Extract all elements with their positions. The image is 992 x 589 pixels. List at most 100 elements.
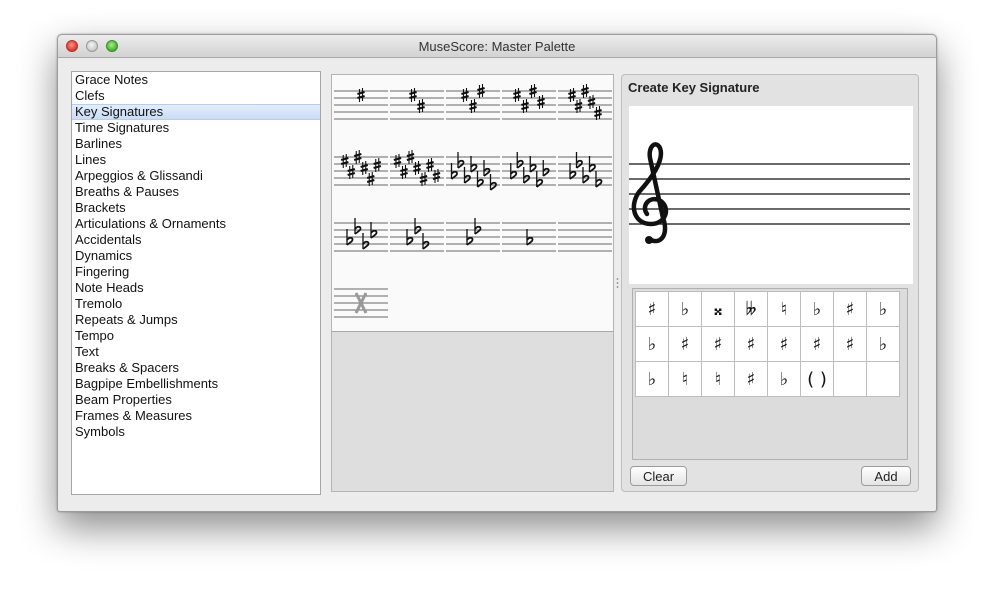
category-item[interactable]: Clefs [72, 88, 320, 104]
accidental-cell[interactable]: ♭ [635, 326, 669, 362]
panel-title: Create Key Signature [628, 80, 760, 95]
accidental-cell[interactable]: ♮ [701, 361, 735, 397]
sharp-icon [521, 99, 529, 113]
key-signature-cell[interactable] [446, 77, 500, 129]
category-item[interactable]: Text [72, 344, 320, 360]
accidental-glyph: ♭ [779, 368, 789, 390]
accidental-cell[interactable]: ♯ [734, 326, 768, 362]
accidental-glyph: ♭ [878, 298, 888, 320]
category-item[interactable]: Tempo [72, 328, 320, 344]
flat-icon [463, 167, 471, 184]
key-signature-cell[interactable] [446, 209, 500, 261]
category-item[interactable]: Dynamics [72, 248, 320, 264]
sharp-icon [366, 172, 375, 186]
accidental-cell[interactable]: ♭ [767, 361, 801, 397]
accidental-cell[interactable]: ♯ [800, 326, 834, 362]
accidental-cell[interactable]: 𝄫 [734, 291, 768, 327]
splitter-handle[interactable] [616, 275, 619, 291]
category-item[interactable]: Repeats & Jumps [72, 312, 320, 328]
accidental-glyph: ♯ [845, 298, 855, 320]
accidental-cell[interactable]: ♭ [866, 291, 900, 327]
accidental-glyph: ♭ [647, 368, 657, 390]
key-signature-cell[interactable] [558, 77, 612, 129]
category-item[interactable]: Breaks & Spacers [72, 360, 320, 376]
key-signature-cell[interactable] [334, 143, 388, 195]
accidental-cell[interactable]: ♭ [635, 361, 669, 397]
category-item[interactable]: Note Heads [72, 280, 320, 296]
category-item[interactable]: Accidentals [72, 232, 320, 248]
key-signature-cell[interactable] [390, 209, 444, 261]
category-item[interactable]: Tremolo [72, 296, 320, 312]
key-signature-cell[interactable] [334, 77, 388, 129]
accidental-glyph: 𝄫 [745, 298, 757, 320]
flat-icon [542, 160, 550, 177]
category-item[interactable]: Breaths & Pauses [72, 184, 320, 200]
key-signature-cell[interactable] [502, 143, 556, 195]
sharp-icon [340, 154, 349, 168]
key-signature-cell[interactable] [446, 143, 500, 195]
accidental-cell[interactable]: ♭ [800, 291, 834, 327]
flat-icon [483, 160, 491, 177]
accidental-cell[interactable]: ♯ [635, 291, 669, 327]
category-item[interactable]: Lines [72, 152, 320, 168]
key-signature-cell[interactable] [502, 209, 556, 261]
sharp-icon [409, 88, 417, 102]
accidental-glyph: ♯ [812, 333, 822, 355]
key-signature-cell[interactable] [502, 77, 556, 129]
category-item[interactable]: Brackets [72, 200, 320, 216]
accidental-cell[interactable]: ♯ [833, 326, 867, 362]
key-signature-cell[interactable] [390, 143, 444, 195]
staff-lines [629, 163, 910, 225]
accidental-cell[interactable]: ♭ [668, 291, 702, 327]
accidental-cell[interactable]: ♯ [734, 361, 768, 397]
sharp-icon [413, 161, 421, 175]
empty-accidental-cell [866, 361, 900, 397]
accidental-glyph: ♯ [779, 333, 789, 355]
category-item[interactable]: Articulations & Ornaments [72, 216, 320, 232]
category-item[interactable]: Key Signatures [72, 104, 320, 120]
accidental-glyph: ♭ [647, 333, 657, 355]
sharp-icon [373, 158, 382, 172]
accidental-cell[interactable]: 𝄪 [701, 291, 735, 327]
sharp-icon [357, 88, 365, 102]
key-signature-cell[interactable] [558, 209, 612, 261]
add-button[interactable]: Add [861, 466, 911, 486]
accidental-cell[interactable]: ♭ [866, 326, 900, 362]
key-signature-cell[interactable] [334, 275, 388, 327]
create-key-signature-panel: Create Key Signature ♯ ♭ 𝄪 𝄫 ♮ ♭ ♯ ♭ ♭ ♯ ♯ ♯ ♯ ♯ ♯ ♭ ♭ ♮ ♮… [621, 74, 919, 492]
key-signature-cell[interactable] [390, 77, 444, 129]
accidental-cell[interactable]: ♯ [701, 326, 735, 362]
category-item[interactable]: Barlines [72, 136, 320, 152]
key-signature-staff-preview[interactable] [629, 106, 913, 284]
accidental-glyph: ♯ [713, 333, 723, 355]
flat-icon [362, 233, 370, 250]
category-item[interactable]: Time Signatures [72, 120, 320, 136]
accidental-cell[interactable]: ♯ [833, 291, 867, 327]
accidental-cell[interactable]: ♮ [668, 361, 702, 397]
category-item[interactable]: Symbols [72, 424, 320, 440]
sharp-icon [393, 154, 402, 168]
accidental-glyph: ♭ [812, 298, 822, 320]
clear-button[interactable]: Clear [630, 466, 687, 486]
flat-icon [489, 174, 497, 191]
key-signature-palette[interactable] [332, 75, 613, 332]
category-item[interactable]: Arpeggios & Glissandi [72, 168, 320, 184]
accidental-cell[interactable]: ( ) [800, 361, 834, 397]
category-item[interactable]: Fingering [72, 264, 320, 280]
sharp-icon [587, 95, 596, 109]
category-list[interactable]: Grace Notes Clefs Key Signatures Time Signa… [71, 71, 321, 495]
category-item[interactable]: Frames & Measures [72, 408, 320, 424]
empty-accidental-cell [833, 361, 867, 397]
title-bar[interactable]: MuseScore: Master Palette [58, 35, 936, 58]
accidental-cell[interactable]: ♮ [767, 291, 801, 327]
palette-area [331, 74, 614, 492]
accidental-cell[interactable]: ♯ [767, 326, 801, 362]
accidental-cell[interactable]: ♯ [668, 326, 702, 362]
key-signature-cell[interactable] [334, 209, 388, 261]
category-item[interactable]: Bagpipe Embellishments [72, 376, 320, 392]
accidental-glyph: ♯ [746, 368, 756, 390]
category-item[interactable]: Beam Properties [72, 392, 320, 408]
sharp-icon [594, 106, 602, 120]
category-item[interactable]: Grace Notes [72, 72, 320, 88]
key-signature-cell[interactable] [558, 143, 612, 195]
